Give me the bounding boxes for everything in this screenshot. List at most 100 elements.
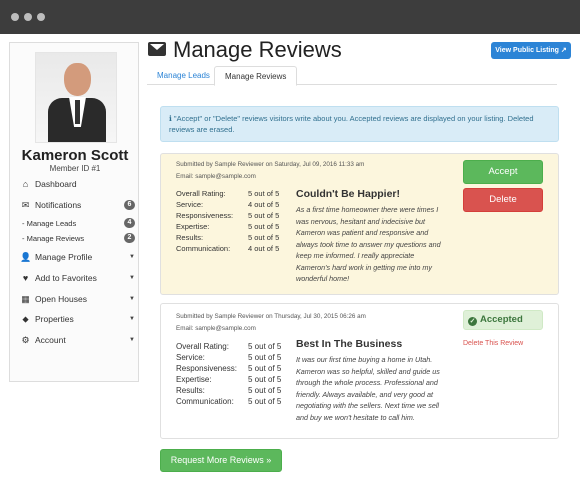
rating-value: 5 out of 5 xyxy=(248,189,280,198)
check-circle-icon: ✓ xyxy=(468,317,477,326)
rating-row: Results: 5 out of 5 xyxy=(176,386,286,397)
rating-row: Communication: 5 out of 5 xyxy=(176,397,286,408)
rating-label: Results: xyxy=(176,233,204,242)
rating-label: Expertise: xyxy=(176,375,212,384)
sidebar-item-label: Manage Profile xyxy=(35,252,93,262)
accepted-label: Accepted xyxy=(480,314,523,325)
rating-value: 5 out of 5 xyxy=(248,353,282,362)
review-email: Email: sample@sample.com xyxy=(176,173,256,180)
sidebar-item-label: - Manage Reviews xyxy=(22,233,85,243)
rating-label: Communication: xyxy=(176,397,234,406)
rating-value: 4 out of 5 xyxy=(248,244,280,253)
window-dot-icon[interactable] xyxy=(37,13,45,21)
rating-label: Overall Rating: xyxy=(176,342,229,351)
sidebar-item-label: Dashboard xyxy=(35,179,77,189)
rating-value: 5 out of 5 xyxy=(248,211,280,220)
review-card-pending: Submitted by Sample Reviewer on Saturday… xyxy=(160,153,559,295)
rating-value: 5 out of 5 xyxy=(248,364,282,373)
calendar-icon: ▦ xyxy=(21,293,30,304)
title-bar xyxy=(0,0,580,34)
rating-label: Service: xyxy=(176,200,204,209)
sidebar-item-label: Account xyxy=(35,335,66,345)
profile-name: Kameron Scott xyxy=(21,147,129,164)
review-title: Couldn't Be Happier! xyxy=(296,188,400,200)
review-title: Best In The Business xyxy=(296,338,403,350)
caret-down-icon: ▼ xyxy=(129,275,135,281)
reviews-badge: 2 xyxy=(124,233,135,243)
accepted-badge: ✓ Accepted xyxy=(463,310,543,330)
heart-icon: ♥ xyxy=(22,273,29,283)
page-content: Kameron Scott Member ID #1 ⌂ Dashboard ✉… xyxy=(0,34,580,479)
delete-button[interactable]: Delete xyxy=(463,188,543,212)
sidebar-item-notifications[interactable]: ✉ Notifications 6 xyxy=(20,198,135,212)
sidebar-item-label: Add to Favorites xyxy=(35,273,97,283)
avatar-tie xyxy=(75,100,80,124)
rating-value: 5 out of 5 xyxy=(248,375,282,384)
sidebar: Kameron Scott Member ID #1 ⌂ Dashboard ✉… xyxy=(9,42,139,382)
sidebar-item-dashboard[interactable]: ⌂ Dashboard xyxy=(20,177,135,191)
rating-value: 5 out of 5 xyxy=(248,386,282,395)
rating-row: Responsiveness: 5 out of 5 xyxy=(176,211,286,222)
envelope-icon: ✉ xyxy=(21,199,30,210)
caret-down-icon: ▼ xyxy=(129,316,135,322)
caret-down-icon: ▼ xyxy=(129,337,135,343)
sidebar-item-label: Properties xyxy=(35,314,74,324)
page-title: Manage Reviews xyxy=(173,37,342,62)
envelope-icon xyxy=(148,42,166,56)
rating-row: Expertise: 5 out of 5 xyxy=(176,222,286,233)
sidebar-item-account[interactable]: ⚙ Account ▼ xyxy=(20,333,135,347)
notifications-badge: 6 xyxy=(124,200,135,210)
sidebar-item-manage-leads[interactable]: - Manage Leads 4 xyxy=(22,217,135,229)
caret-down-icon: ▼ xyxy=(129,254,135,260)
sidebar-item-open-houses[interactable]: ▦ Open Houses ▼ xyxy=(20,292,135,306)
user-icon: 👤 xyxy=(20,251,32,262)
browser-window: Kameron Scott Member ID #1 ⌂ Dashboard ✉… xyxy=(0,0,580,479)
sidebar-item-properties[interactable]: ⬥ Properties ▼ xyxy=(20,312,135,326)
rating-row: Service: 5 out of 5 xyxy=(176,353,286,364)
review-email: Email: sample@sample.com xyxy=(176,325,256,332)
rating-label: Expertise: xyxy=(176,222,210,231)
rating-value: 4 out of 5 xyxy=(248,200,280,209)
leads-badge: 4 xyxy=(124,218,135,228)
review-card-accepted: Submitted by Sample Reviewer on Thursday… xyxy=(160,303,559,439)
rating-row: Results: 5 out of 5 xyxy=(176,233,286,244)
rating-row: Overall Rating: 5 out of 5 xyxy=(176,189,286,200)
delete-review-link[interactable]: Delete This Review xyxy=(463,340,523,347)
rating-row: Overall Rating: 5 out of 5 xyxy=(176,342,286,353)
rating-label: Responsiveness: xyxy=(176,211,234,220)
window-dot-icon[interactable] xyxy=(11,13,19,21)
caret-down-icon: ▼ xyxy=(129,296,135,302)
rating-label: Results: xyxy=(176,386,205,395)
avatar xyxy=(35,52,117,143)
accept-button[interactable]: Accept xyxy=(463,160,543,184)
home-icon: ⌂ xyxy=(22,179,29,189)
rating-value: 5 out of 5 xyxy=(248,397,282,406)
sidebar-item-manage-reviews[interactable]: - Manage Reviews 2 xyxy=(22,232,135,244)
window-dot-icon[interactable] xyxy=(24,13,32,21)
member-id: Member ID #1 xyxy=(49,164,101,173)
tab-manage-leads[interactable]: Manage Leads xyxy=(147,66,220,85)
review-submitted: Submitted by Sample Reviewer on Thursday… xyxy=(176,313,366,320)
rating-row: Expertise: 5 out of 5 xyxy=(176,375,286,386)
sidebar-item-label: Notifications xyxy=(35,200,82,210)
rating-label: Responsiveness: xyxy=(176,364,237,373)
rating-value: 5 out of 5 xyxy=(248,233,280,242)
review-submitted: Submitted by Sample Reviewer on Saturday… xyxy=(176,161,365,168)
tab-manage-reviews[interactable]: Manage Reviews xyxy=(214,66,298,86)
review-body: It was our first time buying a home in U… xyxy=(296,355,440,422)
request-more-reviews-button[interactable]: Request More Reviews » xyxy=(160,449,282,472)
rating-label: Service: xyxy=(176,353,205,362)
rating-value: 5 out of 5 xyxy=(248,342,282,351)
sidebar-item-label: Open Houses xyxy=(35,294,87,304)
info-alert: ℹ "Accept" or "Delete" reviews visitors … xyxy=(160,106,559,142)
rating-row: Responsiveness: 5 out of 5 xyxy=(176,364,286,375)
rating-row: Service: 4 out of 5 xyxy=(176,200,286,211)
rating-label: Communication: xyxy=(176,244,231,253)
gear-icon: ⚙ xyxy=(21,334,30,345)
tag-icon: ⬥ xyxy=(22,313,29,324)
sidebar-item-manage-profile[interactable]: 👤 Manage Profile ▼ xyxy=(20,250,135,264)
avatar-head xyxy=(64,63,91,96)
sidebar-item-favorites[interactable]: ♥ Add to Favorites ▼ xyxy=(20,271,135,285)
rating-row: Communication: 4 out of 5 xyxy=(176,244,286,255)
view-public-listing-button[interactable]: View Public Listing ↗ xyxy=(491,42,571,59)
